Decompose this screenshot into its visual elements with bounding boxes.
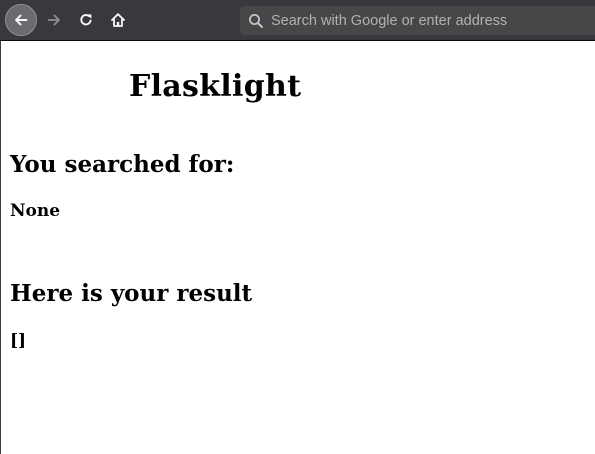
reload-icon — [80, 14, 92, 26]
back-button[interactable] — [5, 4, 37, 36]
browser-toolbar — [0, 0, 595, 41]
forward-arrow-icon — [47, 14, 60, 26]
back-arrow-icon — [15, 14, 28, 26]
address-bar[interactable] — [240, 6, 595, 35]
page-content: Flasklight You searched for: None Here i… — [0, 41, 595, 454]
address-input[interactable] — [271, 12, 591, 29]
reload-button[interactable] — [72, 4, 100, 36]
home-button[interactable] — [104, 4, 132, 36]
forward-button[interactable] — [40, 4, 68, 36]
result-value: [] — [10, 331, 27, 351]
searched-heading: You searched for: — [10, 151, 235, 178]
home-icon — [111, 13, 125, 27]
site-title: Flasklight — [129, 69, 302, 104]
searched-value: None — [10, 201, 61, 221]
result-heading: Here is your result — [10, 280, 253, 307]
search-icon — [249, 13, 263, 28]
